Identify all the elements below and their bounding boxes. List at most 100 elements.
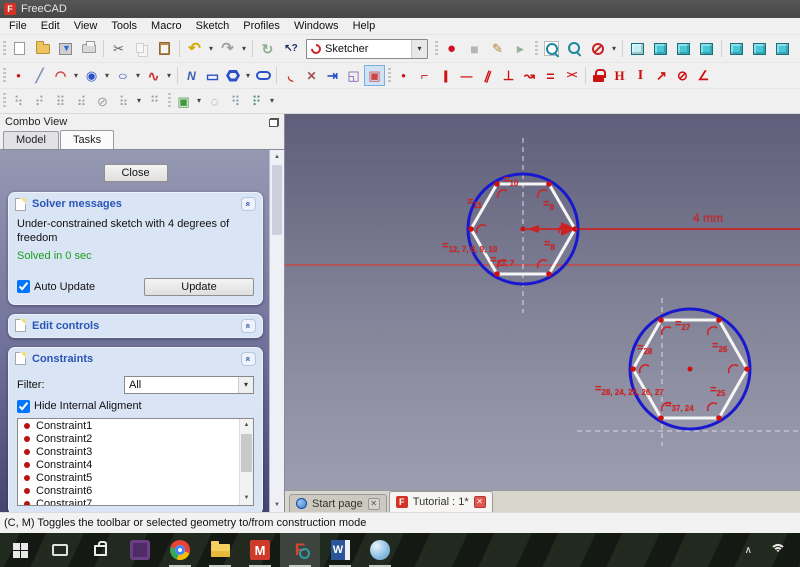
workbench-selector[interactable]: Sketcher ▾ [306,39,428,59]
chrome-button[interactable] [160,533,200,567]
view-bottom-button[interactable] [748,37,771,61]
create-circle-button[interactable] [81,65,102,86]
redo-button[interactable] [216,37,239,61]
constraint-horizontal-button[interactable] [456,65,477,86]
select-origin-button[interactable] [204,91,225,112]
create-polyline-button[interactable] [181,65,202,86]
scrollbar-thumb[interactable] [272,165,282,235]
create-line-button[interactable] [29,65,50,86]
menu-item[interactable]: Edit [34,19,67,33]
constraint-distance-button[interactable] [651,65,672,86]
scroll-down-icon[interactable]: ▼ [240,492,253,505]
constraint-hdistance-button[interactable] [609,65,630,86]
constraint-marker[interactable]: =27 [675,318,690,332]
constraint-list-item[interactable]: Constraint7 [18,498,239,505]
menu-item[interactable]: Tools [104,19,144,33]
draw-style-button[interactable] [586,37,609,61]
dropdown-arrow-icon2[interactable]: ▾ [238,377,253,393]
constraint-marker[interactable]: =23, 7 [490,254,514,268]
sketch-symmetry-button[interactable] [8,91,29,112]
constraint-point-on-object-button[interactable] [414,65,435,86]
print-button[interactable] [77,37,100,61]
constraint-marker[interactable]: =12, 7, 8, 9, 10 [442,240,497,254]
create-slot-button[interactable] [253,65,273,86]
constraint-angle-button[interactable] [693,65,714,86]
constraint-parallel-button[interactable] [477,65,498,86]
tab-model[interactable]: Model [3,131,59,149]
constraint-marker[interactable]: =37, 24 [665,399,694,413]
close-button[interactable]: Close [104,164,168,182]
external-geometry-button[interactable] [343,65,364,86]
virtual-space-dropdown[interactable] [267,91,277,112]
select-dof-button[interactable] [225,91,246,112]
macro-record-button[interactable] [440,37,463,61]
auto-update-checkbox[interactable] [17,280,30,293]
auto-update-option[interactable]: Auto Update [17,280,95,293]
ellipse-dropdown[interactable] [133,65,143,86]
select-constraints-button[interactable] [173,91,194,112]
save-file-button[interactable] [54,37,77,61]
view-axonometric-button[interactable] [626,37,649,61]
constraints-filter-select[interactable]: All ▾ [124,376,254,394]
constraint-symmetric-button[interactable] [561,65,582,86]
draw-style-dropdown[interactable] [609,37,619,61]
wifi-icon[interactable] [770,544,786,556]
tasks-scrollbar[interactable]: ▲ ▼ [269,150,284,512]
constraint-marker[interactable]: =10 [503,174,518,188]
new-file-button[interactable] [8,37,31,61]
cut-button[interactable] [107,37,130,61]
freecad-button[interactable] [280,533,320,567]
collapse-chevron-icon[interactable] [241,197,256,211]
constraint-list-item[interactable]: Constraint5 [18,472,239,485]
view-right-button[interactable] [695,37,718,61]
constraint-list-item[interactable]: Constraint1 [18,420,239,433]
create-arc-button[interactable] [50,65,71,86]
update-button[interactable]: Update [144,278,254,296]
sketch-internal-geometry-button[interactable] [113,91,134,112]
create-ellipse-button[interactable] [112,65,133,86]
constraint-marker[interactable]: =26 [712,340,727,354]
workbench-dropdown-arrow-icon[interactable]: ▾ [411,40,427,58]
tray-chevron-up-icon[interactable]: ∧ [745,545,752,556]
scroll-up-icon[interactable]: ▲ [270,150,284,164]
macro-edit-button[interactable] [486,37,509,61]
view-left-button[interactable] [771,37,794,61]
solver-message[interactable]: Under-constrained sketch with 4 degrees … [17,217,254,246]
tab-tutorial[interactable]: Tutorial : 1* [389,491,493,512]
dimension-label[interactable]: 4 mm [693,211,723,225]
menu-item[interactable]: File [2,19,34,33]
fillet-button[interactable] [280,65,301,86]
undo-dropdown[interactable] [206,37,216,61]
constraint-vertical-button[interactable] [435,65,456,86]
constraint-marker[interactable]: =25 [710,384,725,398]
sketch-move-button[interactable] [71,91,92,112]
toggle-construction-button[interactable] [364,65,385,86]
menu-item[interactable]: Profiles [236,19,287,33]
constraint-marker[interactable]: =9 [543,198,554,212]
gmail-button[interactable] [240,533,280,567]
word-button[interactable] [320,533,360,567]
menu-item[interactable]: Windows [287,19,346,33]
copy-button[interactable] [130,37,153,61]
constraint-marker[interactable]: =28 [637,342,652,356]
create-point-button[interactable] [8,65,29,86]
app-purple-button[interactable] [120,533,160,567]
hide-internal-option[interactable]: Hide Internal Aligment [17,400,254,413]
view-top-button[interactable] [672,37,695,61]
ms-store-button[interactable] [80,533,120,567]
close-tab-icon[interactable] [474,496,486,508]
constraint-marker[interactable]: =8 [544,238,555,252]
bspline-dropdown[interactable] [164,65,174,86]
constraint-lock-button[interactable] [589,65,609,86]
create-rectangle-button[interactable] [202,65,223,86]
start-button[interactable] [0,533,40,567]
select-constraints-dropdown[interactable] [194,91,204,112]
scrollbar-thumb[interactable] [241,434,252,472]
constraint-coincident-button[interactable] [393,65,414,86]
constraint-list-item[interactable]: Constraint4 [18,459,239,472]
tab-tasks[interactable]: Tasks [60,130,114,149]
open-file-button[interactable] [31,37,54,61]
zoom-button[interactable] [563,37,586,61]
menu-item[interactable]: Help [346,19,383,33]
constraint-list-item[interactable]: Constraint3 [18,446,239,459]
